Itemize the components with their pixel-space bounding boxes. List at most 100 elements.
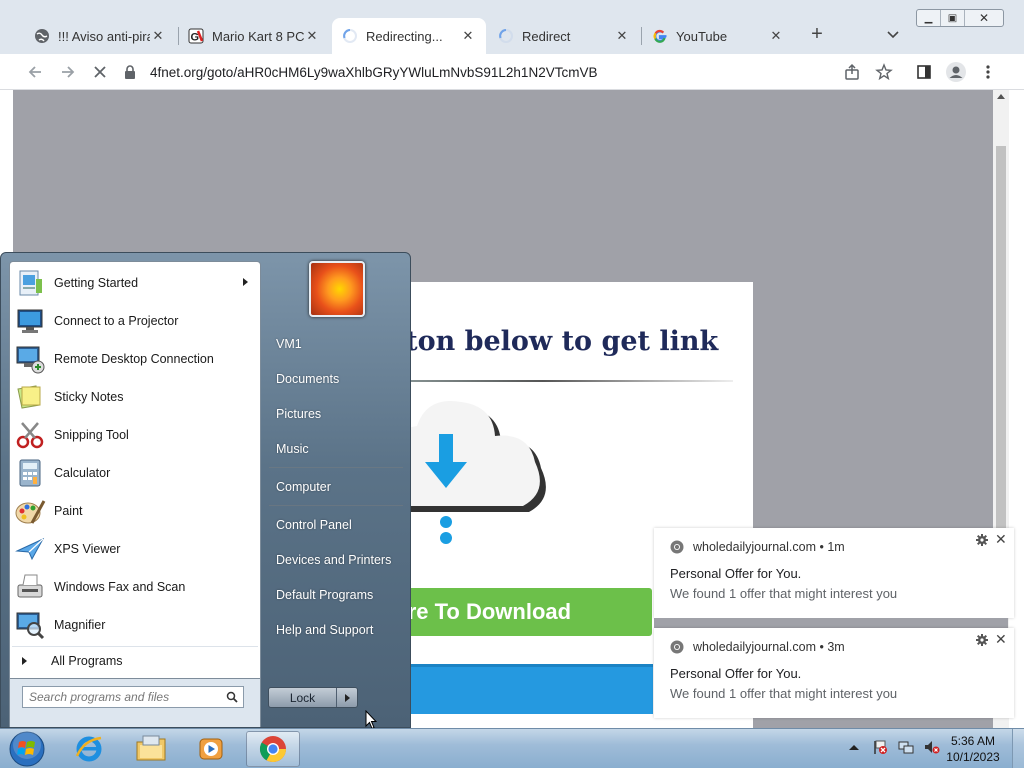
star-icon [875, 63, 893, 81]
start-button[interactable] [6, 729, 48, 768]
search-placeholder: Search programs and files [29, 690, 170, 704]
program-label: Magnifier [54, 618, 106, 632]
push-notification[interactable]: wholedailyjournal.com • 3m Personal Offe… [654, 628, 1014, 718]
start-link-default-programs[interactable]: Default Programs [276, 588, 373, 602]
start-link-computer[interactable]: Computer [276, 480, 331, 494]
taskbar-file-explorer[interactable] [124, 731, 178, 767]
browser-toolbar: 4fnet.org/goto/aHR0cHM6Ly9waXhlbGRyYWluL… [0, 54, 1024, 90]
program-sticky-notes[interactable]: Sticky Notes [12, 378, 258, 416]
menu-divider [269, 467, 403, 468]
notification-age: 1m [827, 540, 845, 554]
bookmark-button[interactable] [872, 60, 896, 84]
taskbar-internet-explorer[interactable] [62, 731, 116, 767]
back-arrow-icon [28, 66, 41, 78]
program-paint[interactable]: Paint [12, 492, 258, 530]
forward-button[interactable] [56, 60, 80, 84]
start-link-pictures[interactable]: Pictures [276, 407, 321, 421]
lock-icon[interactable] [122, 64, 138, 80]
search-programs-input[interactable]: Search programs and files [22, 686, 244, 708]
tab-aviso[interactable]: !!! Aviso anti-pira ✕ [24, 18, 176, 54]
program-label: Windows Fax and Scan [54, 580, 186, 594]
menu-button[interactable] [976, 60, 1000, 84]
start-link-devices[interactable]: Devices and Printers [276, 553, 391, 567]
notification-close-button[interactable]: ✕ [995, 531, 1007, 548]
taskbar-chrome[interactable] [246, 731, 300, 767]
start-link-user[interactable]: VM1 [276, 337, 302, 351]
program-snipping-tool[interactable]: Snipping Tool [12, 416, 258, 454]
program-label: Remote Desktop Connection [54, 352, 214, 366]
lock-button[interactable]: Lock [268, 687, 358, 708]
tab-search-chevron-icon[interactable] [884, 26, 902, 44]
start-link-control-panel[interactable]: Control Panel [276, 518, 352, 532]
start-menu: Getting Started Connect to a Projector R… [0, 252, 411, 728]
tab-close-icon[interactable]: ✕ [614, 28, 630, 44]
maximize-button[interactable]: ▣ [941, 10, 965, 26]
show-hidden-icons-icon[interactable] [846, 739, 862, 755]
notification-site: wholedailyjournal.com [693, 640, 816, 654]
forward-arrow-icon [62, 66, 75, 78]
program-calculator[interactable]: Calculator [12, 454, 258, 492]
user-avatar[interactable] [309, 261, 365, 317]
system-tray [846, 739, 950, 755]
system-clock[interactable]: 5:36 AM 10/1/2023 [940, 733, 1006, 765]
program-label: Getting Started [54, 276, 139, 290]
lock-label[interactable]: Lock [269, 688, 337, 707]
tab-youtube[interactable]: YouTube ✕ [642, 18, 794, 54]
close-window-button[interactable]: ✕ [965, 10, 1003, 26]
clock-time: 5:36 AM [950, 734, 996, 748]
projector-icon [17, 309, 43, 333]
globe-icon [34, 28, 50, 44]
side-panel-button[interactable] [912, 60, 936, 84]
network-icon[interactable] [898, 739, 914, 755]
taskbar-media-player[interactable] [184, 731, 238, 767]
stop-loading-button[interactable] [88, 60, 112, 84]
show-desktop-button[interactable] [1012, 729, 1024, 768]
media-player-icon [199, 738, 223, 760]
chrome-icon [259, 736, 287, 763]
program-magnifier[interactable]: Magnifier [12, 606, 258, 644]
profile-button[interactable] [944, 60, 968, 84]
chrome-icon [670, 540, 684, 554]
new-tab-button[interactable]: + [806, 24, 828, 46]
start-link-help[interactable]: Help and Support [276, 623, 373, 637]
minimize-button[interactable]: ▁ [917, 10, 941, 26]
start-link-documents[interactable]: Documents [276, 372, 339, 386]
tab-close-icon[interactable]: ✕ [768, 28, 784, 44]
all-programs-button[interactable]: All Programs [12, 646, 258, 674]
tab-close-icon[interactable]: ✕ [304, 28, 320, 44]
tab-close-icon[interactable]: ✕ [460, 28, 476, 44]
stop-x-icon [94, 66, 106, 78]
program-fax-scan[interactable]: Windows Fax and Scan [12, 568, 258, 606]
internet-explorer-icon [75, 736, 102, 762]
start-link-music[interactable]: Music [276, 442, 309, 456]
gear-icon[interactable] [976, 634, 988, 646]
volume-muted-icon[interactable] [924, 739, 940, 755]
program-projector[interactable]: Connect to a Projector [12, 302, 258, 340]
tab-strip: !!! Aviso anti-pira ✕ G Mario Kart 8 PC … [0, 0, 1024, 54]
window-controls: ▁ ▣ ✕ [916, 9, 1004, 27]
shutdown-options-arrow-icon[interactable] [337, 688, 357, 707]
search-icon[interactable] [226, 691, 238, 703]
share-icon [845, 63, 859, 80]
share-button[interactable] [840, 60, 864, 84]
gear-icon[interactable] [976, 534, 988, 546]
tab-mario-kart[interactable]: G Mario Kart 8 PC ( ✕ [178, 18, 330, 54]
program-getting-started[interactable]: Getting Started [12, 264, 258, 302]
tab-close-icon[interactable]: ✕ [150, 28, 166, 44]
push-notification[interactable]: wholedailyjournal.com • 1m Personal Offe… [654, 528, 1014, 618]
tab-redirecting[interactable]: Redirecting... ✕ [332, 18, 486, 54]
program-remote-desktop[interactable]: Remote Desktop Connection [12, 340, 258, 378]
snipping-tool-icon [16, 422, 44, 449]
notification-close-button[interactable]: ✕ [995, 631, 1007, 648]
scroll-up-arrow-icon[interactable] [997, 94, 1005, 99]
action-center-flag-icon[interactable] [872, 739, 888, 755]
loading-spinner-icon [342, 28, 358, 44]
all-programs-label: All Programs [51, 653, 123, 668]
tab-redirect[interactable]: Redirect ✕ [488, 18, 640, 54]
fax-scan-icon [17, 574, 43, 598]
back-button[interactable] [23, 60, 47, 84]
address-bar[interactable]: 4fnet.org/goto/aHR0cHM6Ly9waXhlbGRyYWluL… [122, 58, 902, 86]
notification-body: We found 1 offer that might interest you [670, 586, 898, 601]
program-xps-viewer[interactable]: XPS Viewer [12, 530, 258, 568]
start-programs-pane: Getting Started Connect to a Projector R… [9, 261, 261, 679]
